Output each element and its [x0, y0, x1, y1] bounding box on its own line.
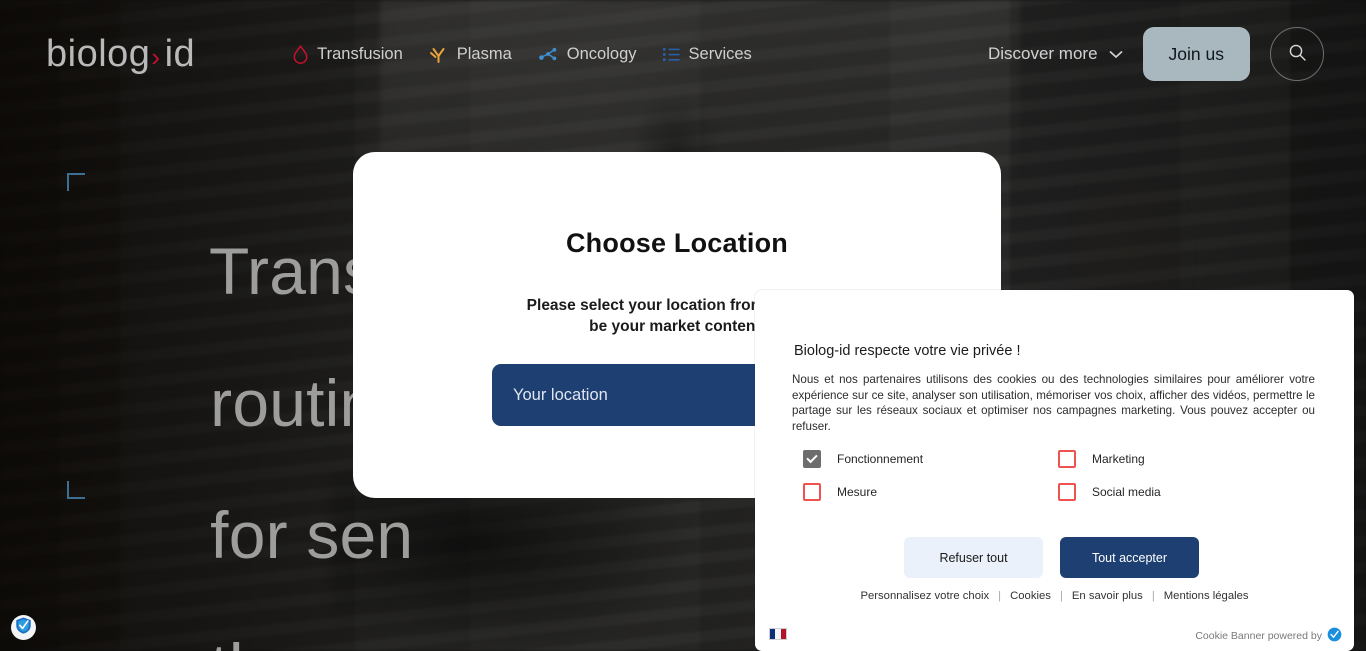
- cookie-option-social-media[interactable]: Social media: [1058, 483, 1313, 501]
- list-icon: [662, 47, 680, 62]
- search-icon: [1288, 43, 1307, 65]
- refuse-all-button[interactable]: Refuser tout: [904, 537, 1043, 578]
- cookie-option-marketing[interactable]: Marketing: [1058, 450, 1313, 468]
- nav-item-transfusion[interactable]: Transfusion: [293, 44, 403, 64]
- cookie-option-label-social-media: Social media: [1092, 485, 1161, 499]
- link-personnalisez-votre-choix[interactable]: Personnalisez votre choix: [860, 590, 989, 602]
- modal-title: Choose Location: [565, 228, 788, 258]
- cookie-option-label-marketing: Marketing: [1092, 452, 1145, 466]
- checkbox-mesure[interactable]: [803, 483, 821, 501]
- nav-label-oncology: Oncology: [566, 44, 637, 63]
- cookie-consent-banner: Biolog-id respecte votre vie privée ! No…: [755, 290, 1354, 651]
- cookie-category-options: Fonctionnement Marketing Mesure Social m…: [803, 450, 1303, 501]
- cookie-banner-links: Personnalisez votre choix | Cookies | En…: [755, 590, 1354, 602]
- hero-corner-bracket-bottom-left: [67, 481, 85, 499]
- cookie-banner-actions: Refuser tout Tout accepter: [904, 537, 1199, 578]
- blood-drop-icon: [293, 44, 308, 64]
- discover-more-dropdown[interactable]: Discover more: [988, 44, 1123, 64]
- search-button[interactable]: [1270, 27, 1324, 81]
- chevron-down-icon: [1108, 44, 1123, 64]
- checkbox-fonctionnement[interactable]: [803, 450, 821, 468]
- logo-text-part2: id: [164, 32, 196, 75]
- cookie-option-label-fonctionnement: Fonctionnement: [837, 452, 924, 466]
- main-navigation: Transfusion Plasma Oncology Services: [293, 44, 752, 64]
- nav-label-plasma: Plasma: [456, 44, 512, 63]
- nav-item-services[interactable]: Services: [662, 44, 752, 64]
- nav-label-services: Services: [688, 44, 752, 63]
- nav-item-oncology[interactable]: Oncology: [538, 45, 637, 64]
- link-separator-3: |: [1151, 590, 1155, 602]
- link-cookies[interactable]: Cookies: [1010, 590, 1051, 602]
- link-separator-1: |: [998, 590, 1002, 602]
- flag-stripe-red: [780, 629, 786, 639]
- blue-check-badge-icon: [1327, 627, 1342, 645]
- join-us-button[interactable]: Join us: [1142, 27, 1250, 81]
- antibody-icon: [429, 45, 448, 64]
- powered-by-label: Cookie Banner powered by: [1195, 630, 1322, 642]
- hero-headline-line-3: for sen: [210, 498, 414, 572]
- french-flag-icon[interactable]: [769, 628, 787, 640]
- cookie-option-mesure[interactable]: Mesure: [803, 483, 1058, 501]
- nav-item-plasma[interactable]: Plasma: [429, 45, 512, 64]
- page-root: biolog › id Transfusion Plasma Oncology …: [0, 0, 1366, 651]
- hero-corner-bracket-top-left: [67, 173, 85, 191]
- consent-shield-check-icon: [14, 616, 33, 640]
- cookie-banner-body: Nous et nos partenaires utilisons des co…: [792, 373, 1315, 433]
- cookie-banner-powered-by: Cookie Banner powered by: [1195, 627, 1342, 645]
- site-logo[interactable]: biolog › id: [46, 33, 195, 76]
- discover-more-label: Discover more: [987, 44, 1098, 63]
- cookie-option-fonctionnement[interactable]: Fonctionnement: [803, 450, 1058, 468]
- site-header: biolog › id Transfusion Plasma Oncology …: [0, 0, 1366, 108]
- hero-headline-line-4: therap: [210, 630, 398, 651]
- link-en-savoir-plus[interactable]: En savoir plus: [1072, 590, 1143, 602]
- checkbox-marketing[interactable]: [1058, 450, 1076, 468]
- consent-widget-badge[interactable]: [11, 615, 36, 640]
- header-right-actions: Discover more Join us: [988, 27, 1366, 81]
- cookie-option-label-mesure: Mesure: [837, 485, 878, 499]
- checkbox-social-media[interactable]: [1058, 483, 1076, 501]
- nav-label-transfusion: Transfusion: [317, 44, 403, 63]
- link-mentions-legales[interactable]: Mentions légales: [1164, 590, 1249, 602]
- molecule-icon: [538, 45, 558, 63]
- logo-text-part1: biolog: [46, 32, 151, 75]
- link-separator-2: |: [1059, 590, 1063, 602]
- logo-chevron-icon: ›: [151, 41, 161, 72]
- accept-all-button[interactable]: Tout accepter: [1060, 537, 1199, 578]
- cookie-banner-title: Biolog-id respecte votre vie privée !: [794, 343, 1021, 359]
